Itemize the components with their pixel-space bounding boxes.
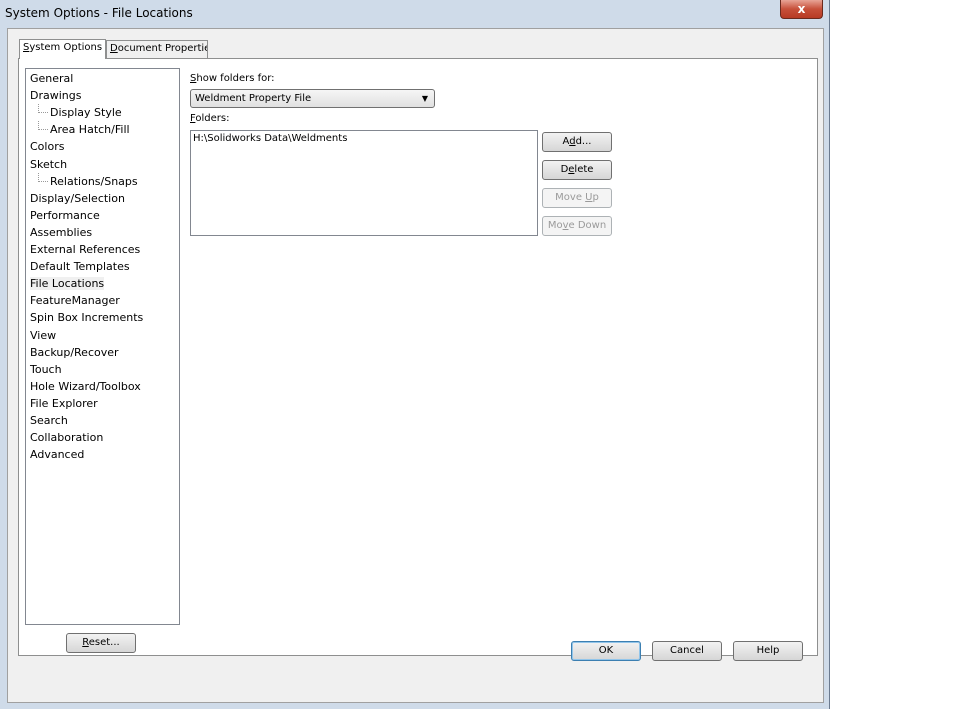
tree-item[interactable]: Advanced (30, 446, 84, 463)
tree-item[interactable]: File Locations (30, 275, 105, 292)
dropdown-arrow-icon: ▼ (421, 94, 428, 103)
tree-item-label: File Locations (30, 277, 105, 291)
move-up-button[interactable]: Move Up (542, 188, 612, 208)
tree-item[interactable]: Assemblies (30, 224, 92, 241)
tree-item[interactable]: Display Style (38, 104, 122, 121)
tree-item[interactable]: Colors (30, 138, 64, 155)
tree-item-label: Drawings (30, 89, 82, 103)
delete-button[interactable]: Delete (542, 160, 612, 180)
tree-item[interactable]: Spin Box Increments (30, 309, 143, 326)
help-button[interactable]: Help (733, 641, 803, 661)
tree-connector-icon (38, 121, 48, 131)
tree-item-label: File Explorer (30, 396, 98, 410)
tree-item-label: Display Style (50, 106, 122, 120)
tree-item[interactable]: FeatureManager (30, 292, 120, 309)
tree-item[interactable]: Area Hatch/Fill (38, 121, 130, 138)
tree-item-label: Touch (30, 362, 62, 376)
show-folders-dropdown[interactable]: Weldment Property File ▼ (190, 89, 435, 108)
tree-item-label: Sketch (30, 157, 68, 171)
tree-item[interactable]: External References (30, 241, 140, 258)
tree-item-label: Colors (30, 140, 65, 154)
tree-item[interactable]: Search (30, 412, 68, 429)
tree-item-label: Advanced (30, 448, 85, 462)
ok-button[interactable]: OK (571, 641, 641, 661)
tree-item[interactable]: Drawings (30, 87, 81, 104)
tree-item[interactable]: Backup/Recover (30, 344, 119, 361)
tree-item-label: External References (30, 243, 141, 256)
tree-item-label: Assemblies (30, 225, 93, 239)
tree-item[interactable]: Default Templates (30, 258, 130, 275)
system-options-dialog: System Options - File Locations x System… (0, 0, 830, 709)
tree-item[interactable]: Hole Wizard/Toolbox (30, 378, 141, 395)
tree-item-label: Relations/Snaps (50, 174, 138, 188)
tree-item-label: Search (30, 414, 68, 427)
tab-panel: General Drawings Display Style Area Hatch/F… (18, 58, 818, 656)
tree-item-label: Display/Selection (30, 191, 125, 205)
folders-label: Folders: (190, 113, 230, 124)
tree-item-label: Performance (30, 208, 100, 222)
tree-connector-icon (38, 172, 48, 182)
tree-item[interactable]: Sketch (30, 156, 67, 173)
add-button[interactable]: Add... (542, 132, 612, 152)
dialog-client-area: System Options Document Properties Gener… (7, 28, 824, 703)
tree-item[interactable]: Relations/Snaps (38, 172, 138, 190)
move-down-button[interactable]: Move Down (542, 216, 612, 236)
folder-list-item[interactable]: H:\Solidworks Data\Weldments (193, 133, 347, 144)
tree-item[interactable]: File Explorer (30, 395, 98, 412)
tree-item[interactable]: View (30, 327, 56, 344)
options-tree[interactable]: General Drawings Display Style Area Hatch/F… (25, 68, 180, 625)
show-folders-value: Weldment Property File (195, 93, 312, 104)
tree-item-label: View (30, 328, 57, 342)
tree-item[interactable]: Performance (30, 207, 100, 224)
tab-system-options[interactable]: System Options (19, 39, 107, 59)
folders-list[interactable]: H:\Solidworks Data\Weldments (190, 130, 538, 236)
tree-connector-icon (38, 104, 48, 114)
window-title: System Options - File Locations (5, 6, 193, 20)
tree-item[interactable]: Collaboration (30, 429, 103, 446)
tree-item-label: Spin Box Increments (30, 311, 144, 325)
cancel-button[interactable]: Cancel (652, 641, 722, 661)
tree-item-label: Collaboration (30, 431, 104, 445)
tree-item-label: Area Hatch/Fill (50, 123, 130, 137)
tree-item-label: Hole Wizard/Toolbox (30, 379, 141, 393)
tree-item[interactable]: General (30, 70, 73, 87)
tree-item-label: General (30, 72, 74, 85)
reset-button[interactable]: Reset... (66, 633, 136, 653)
close-button[interactable]: x (780, 0, 823, 19)
tree-item-label: FeatureManager (30, 294, 120, 308)
tree-item[interactable]: Display/Selection (30, 190, 125, 207)
title-bar: System Options - File Locations x (0, 0, 830, 26)
show-folders-label: Show folders for: (190, 73, 275, 84)
tab-document-properties[interactable]: Document Properties (106, 40, 208, 58)
tree-item[interactable]: Touch (30, 361, 62, 378)
tree-item-label: Default Templates (30, 260, 130, 274)
close-icon: x (797, 2, 806, 16)
tree-item-label: Backup/Recover (30, 345, 119, 359)
